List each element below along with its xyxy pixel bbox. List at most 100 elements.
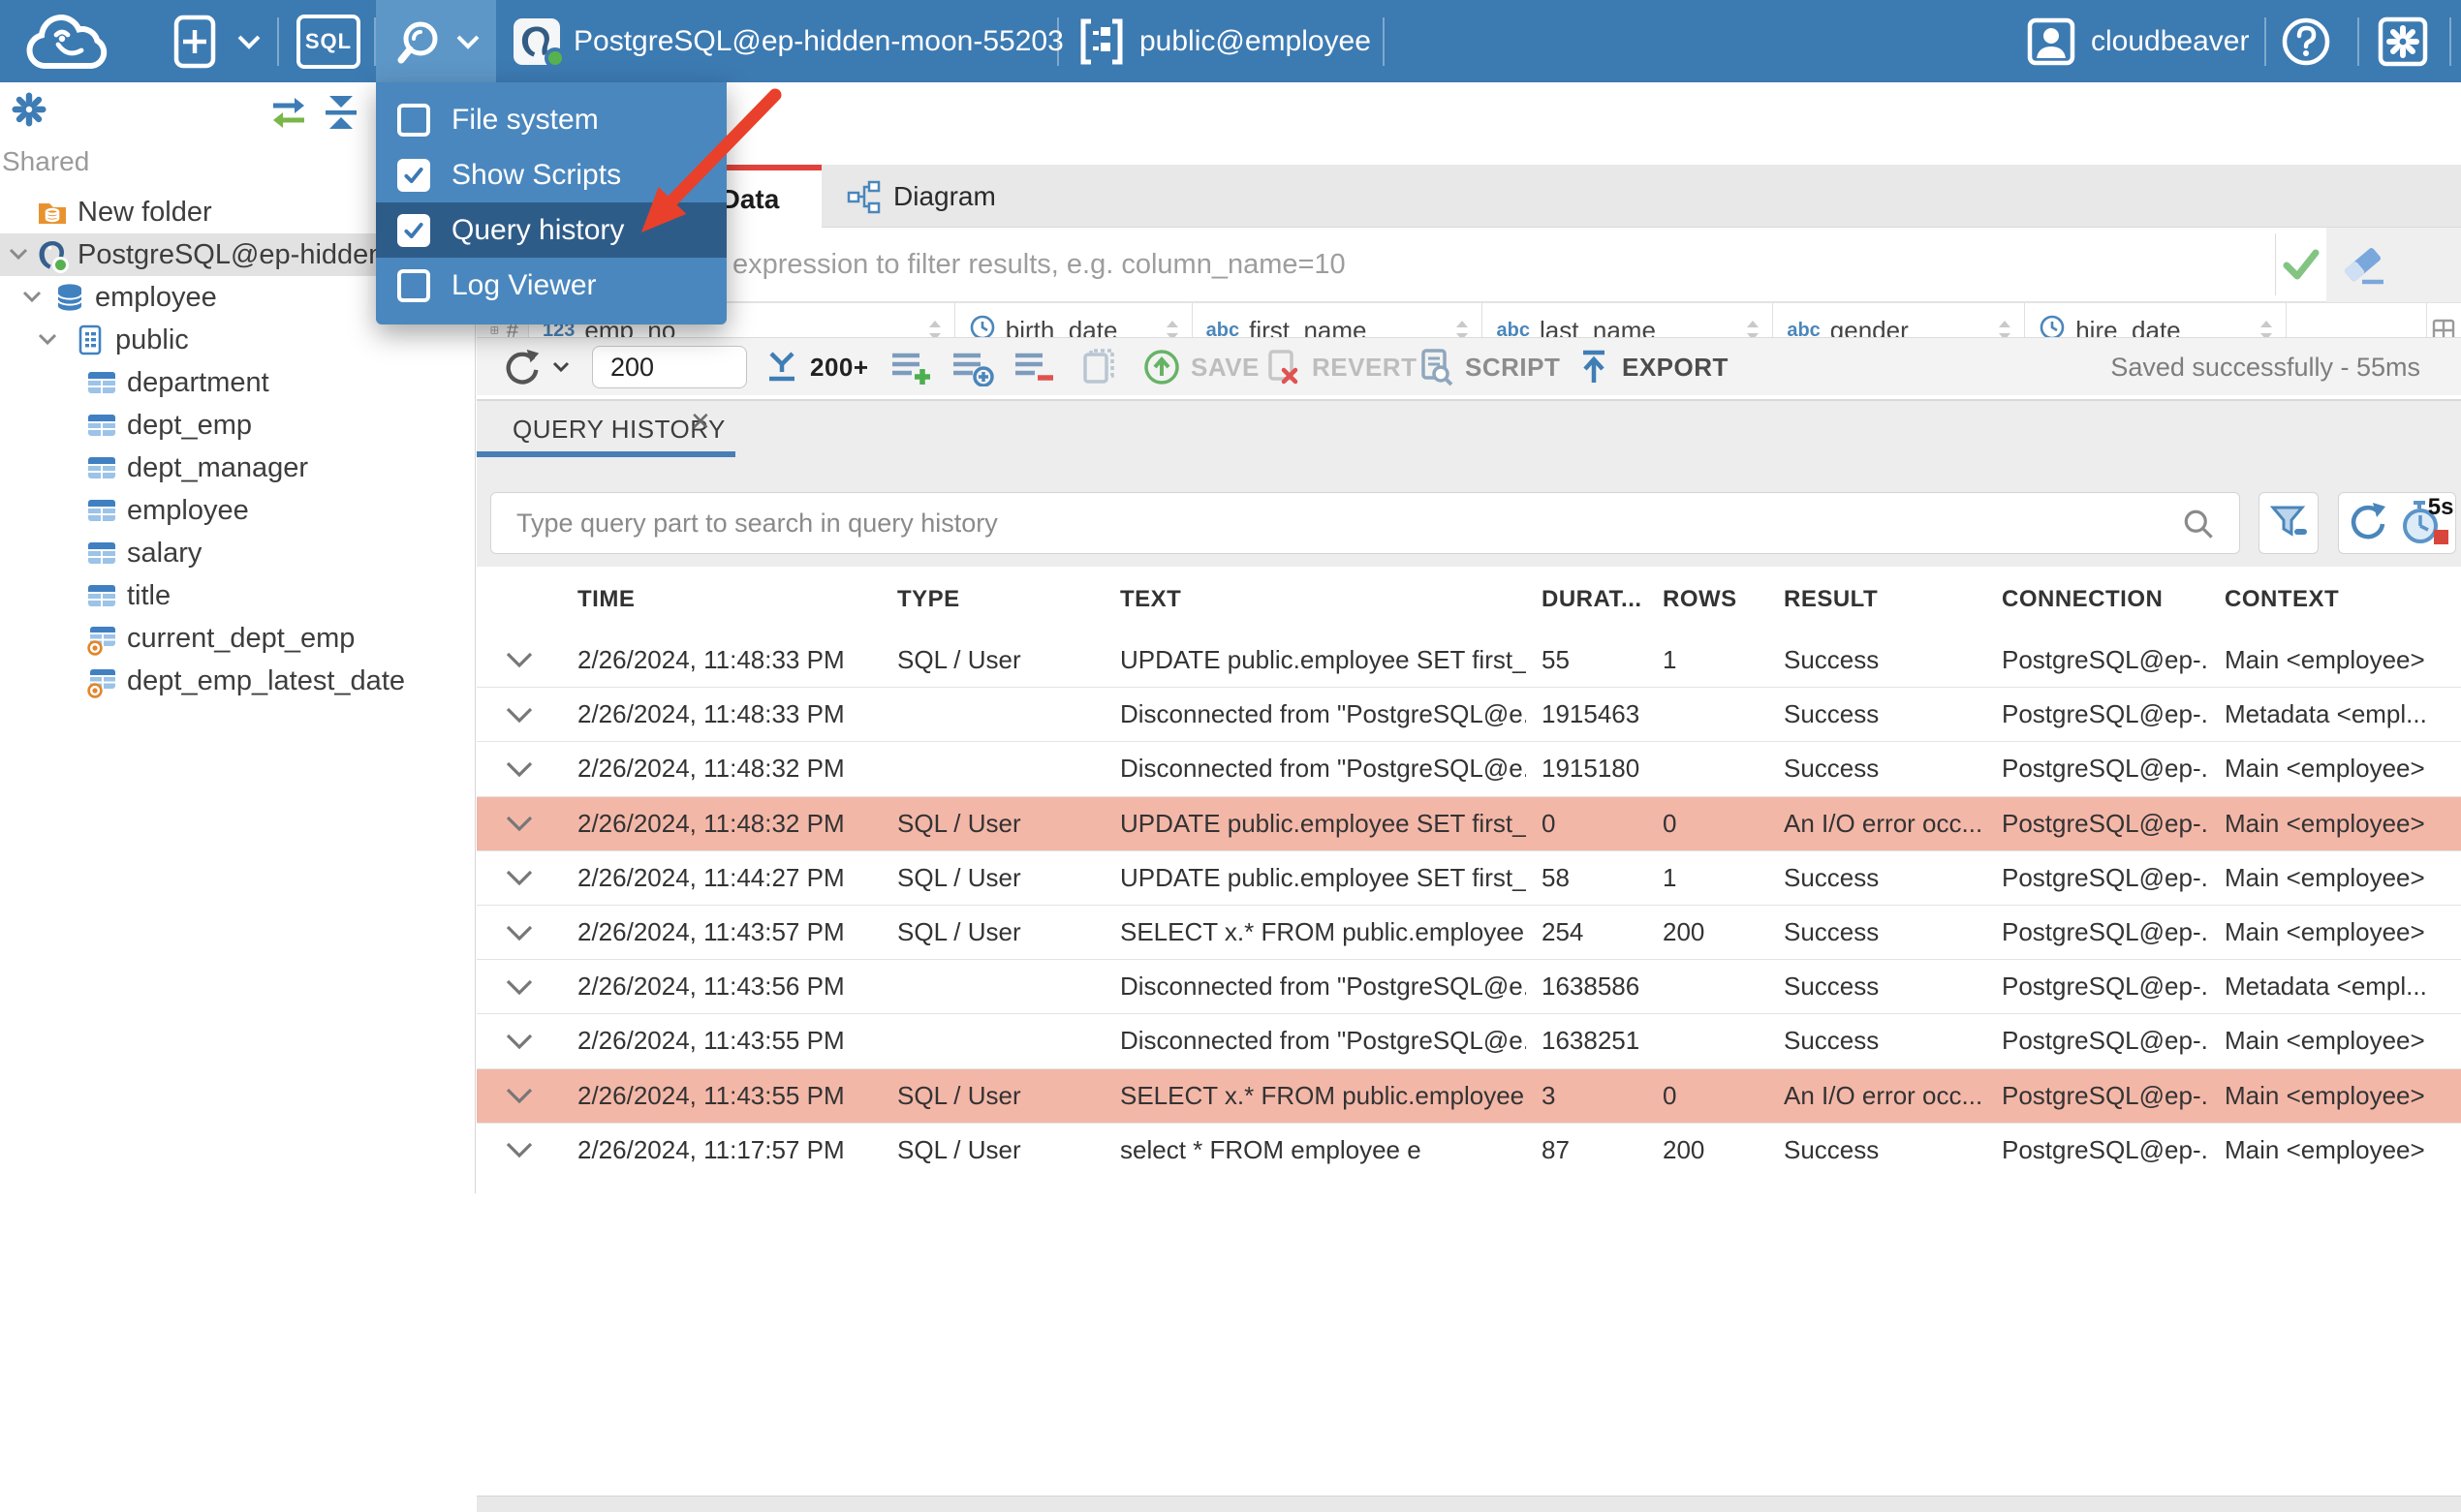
qh-header-context[interactable]: CONTEXT: [2209, 586, 2461, 613]
chevron-down-icon[interactable]: [8, 247, 29, 265]
qh-header-durat[interactable]: DURAT...: [1526, 586, 1647, 613]
delete-row-button[interactable]: [1013, 338, 1056, 396]
sort-icon[interactable]: [1995, 317, 2014, 337]
query-history-row[interactable]: 2/26/2024, 11:48:32 PM Disconnected from …: [477, 741, 2461, 795]
tree-item-dept-emp[interactable]: dept_emp: [0, 404, 475, 447]
grid-column-label: first_name: [1249, 315, 1367, 338]
query-history-row[interactable]: 2/26/2024, 11:44:27 PM SQL / User UPDATE p…: [477, 849, 2461, 905]
expand-chevron-icon[interactable]: [477, 706, 562, 724]
grid-settings-icon[interactable]: [2427, 303, 2461, 337]
sync-connection-button[interactable]: [267, 94, 310, 136]
sql-editor-button[interactable]: SQL: [296, 0, 360, 82]
qh-cell-time: 2/26/2024, 11:48:33 PM: [577, 644, 845, 674]
expand-chevron-icon[interactable]: [477, 978, 562, 996]
qh-cell-text: Disconnected from "PostgreSQL@e...: [1120, 972, 1526, 1002]
query-history-row[interactable]: 2/26/2024, 11:43:56 PM Disconnected from …: [477, 959, 2461, 1013]
tools-menu-button[interactable]: [376, 0, 496, 82]
sort-icon[interactable]: [2257, 317, 2276, 337]
tree-item-employee[interactable]: employee: [0, 489, 475, 532]
tree-item-salary[interactable]: salary: [0, 532, 475, 574]
user-menu-button[interactable]: cloudbeaver: [2025, 0, 2249, 82]
sidebar-settings-button[interactable]: [10, 90, 48, 134]
query-history-row[interactable]: 2/26/2024, 11:43:55 PM SQL / User SELECT x…: [477, 1067, 2461, 1123]
save-button[interactable]: SAVE: [1142, 338, 1260, 396]
apply-filter-button[interactable]: [2275, 233, 2326, 295]
revert-label: REVERT: [1312, 352, 1417, 382]
qh-header-rows[interactable]: ROWS: [1647, 586, 1768, 613]
sort-icon[interactable]: [1743, 317, 1762, 337]
query-history-refresh-button[interactable]: [2345, 499, 2389, 548]
query-history-search-input[interactable]: [491, 493, 2162, 553]
menu-item-query-history[interactable]: Query history: [376, 202, 727, 258]
query-history-row[interactable]: 2/26/2024, 11:48:33 PM Disconnected from …: [477, 687, 2461, 741]
tree-item-dept-emp-latest-date[interactable]: dept_emp_latest_date: [0, 660, 475, 702]
chevron-down-icon[interactable]: [21, 290, 43, 308]
tree-item-department[interactable]: department: [0, 361, 475, 404]
sort-icon[interactable]: [1163, 317, 1182, 337]
query-history-row[interactable]: 2/26/2024, 11:43:55 PM Disconnected from …: [477, 1013, 2461, 1067]
add-row-button[interactable]: [890, 338, 933, 396]
expand-chevron-icon[interactable]: [477, 815, 562, 832]
new-connection-button[interactable]: [167, 0, 262, 82]
sort-icon[interactable]: [925, 317, 945, 337]
duplicate-row-button[interactable]: [951, 338, 994, 396]
chevron-down-icon[interactable]: [37, 332, 58, 351]
expand-chevron-icon[interactable]: [477, 1087, 562, 1104]
grid-column-gender[interactable]: abc gender: [1773, 303, 2026, 337]
expand-chevron-icon[interactable]: [477, 869, 562, 886]
expand-chevron-icon[interactable]: [477, 1033, 562, 1050]
horizontal-scrollbar-track[interactable]: [477, 1496, 2461, 1512]
checkbox-checked-icon[interactable]: [397, 213, 430, 247]
connection-selector[interactable]: PostgreSQL@ep-hidden-moon-55203: [514, 0, 1064, 82]
refresh-result-button[interactable]: [500, 338, 570, 396]
qh-header-result[interactable]: RESULT: [1768, 586, 1986, 613]
expand-chevron-icon[interactable]: [477, 651, 562, 668]
qh-header-type[interactable]: TYPE: [882, 586, 1105, 613]
auto-refresh-button[interactable]: 5s: [2400, 494, 2454, 548]
qh-header-connection[interactable]: CONNECTION: [1986, 586, 2209, 613]
diagram-icon: [847, 180, 881, 213]
export-button[interactable]: EXPORT: [1575, 338, 1729, 396]
qh-header-time[interactable]: TIME: [562, 586, 882, 613]
menu-item-file-system[interactable]: File system: [376, 92, 727, 147]
collapse-all-button[interactable]: [322, 94, 360, 136]
tree-item-public[interactable]: public: [0, 319, 475, 361]
query-history-row[interactable]: 2/26/2024, 11:43:57 PM SQL / User SELECT x…: [477, 904, 2461, 959]
menu-item-show-scripts[interactable]: Show Scripts: [376, 147, 727, 202]
grid-column-hire_date[interactable]: hire_date: [2025, 303, 2288, 337]
fetch-more-button[interactable]: 200+: [763, 338, 869, 396]
close-icon[interactable]: ✕: [690, 407, 711, 437]
checkbox-checked-icon[interactable]: [397, 158, 430, 192]
checkbox-icon[interactable]: [397, 103, 430, 137]
tab-diagram[interactable]: Diagram: [822, 165, 1021, 228]
checkbox-icon[interactable]: [397, 268, 430, 302]
sort-icon[interactable]: [1452, 317, 1472, 337]
tree-item-title[interactable]: title: [0, 574, 475, 617]
tab-query-history[interactable]: QUERY HISTORY ✕: [477, 401, 735, 457]
copy-result-button[interactable]: [1077, 338, 1118, 396]
query-history-row[interactable]: 2/26/2024, 11:17:57 PM SQL / User select *…: [477, 1122, 2461, 1177]
grid-column-first_name[interactable]: abc first_name: [1193, 303, 1483, 337]
plus-box-icon: [173, 15, 216, 68]
tree-item-dept-manager[interactable]: dept_manager: [0, 447, 475, 489]
query-history-row[interactable]: 2/26/2024, 11:48:32 PM SQL / User UPDATE p…: [477, 795, 2461, 850]
expand-chevron-icon[interactable]: [477, 924, 562, 941]
query-history-filter-button[interactable]: [2259, 492, 2319, 554]
script-button[interactable]: SCRIPT: [1415, 338, 1560, 396]
filter-expression-input[interactable]: [477, 228, 2326, 301]
expand-chevron-icon[interactable]: [477, 1141, 562, 1158]
grid-column-last_name[interactable]: abc last_name: [1482, 303, 1774, 337]
row-limit-input[interactable]: [592, 346, 747, 388]
grid-column-birth_date[interactable]: birth_date: [955, 303, 1193, 337]
settings-button[interactable]: [2376, 0, 2430, 82]
help-button[interactable]: [2279, 0, 2333, 82]
qh-cell-time: 2/26/2024, 11:43:56 PM: [577, 972, 845, 1002]
tree-item-current-dept-emp[interactable]: current_dept_emp: [0, 617, 475, 660]
revert-button[interactable]: REVERT: [1262, 338, 1417, 396]
menu-item-log-viewer[interactable]: Log Viewer: [376, 258, 727, 313]
expand-chevron-icon[interactable]: [477, 760, 562, 778]
clear-filter-button[interactable]: [2339, 241, 2387, 293]
schema-selector[interactable]: public@employee: [1077, 0, 1371, 82]
query-history-row[interactable]: 2/26/2024, 11:48:33 PM SQL / User UPDATE p…: [477, 633, 2461, 687]
qh-header-text[interactable]: TEXT: [1105, 586, 1526, 613]
